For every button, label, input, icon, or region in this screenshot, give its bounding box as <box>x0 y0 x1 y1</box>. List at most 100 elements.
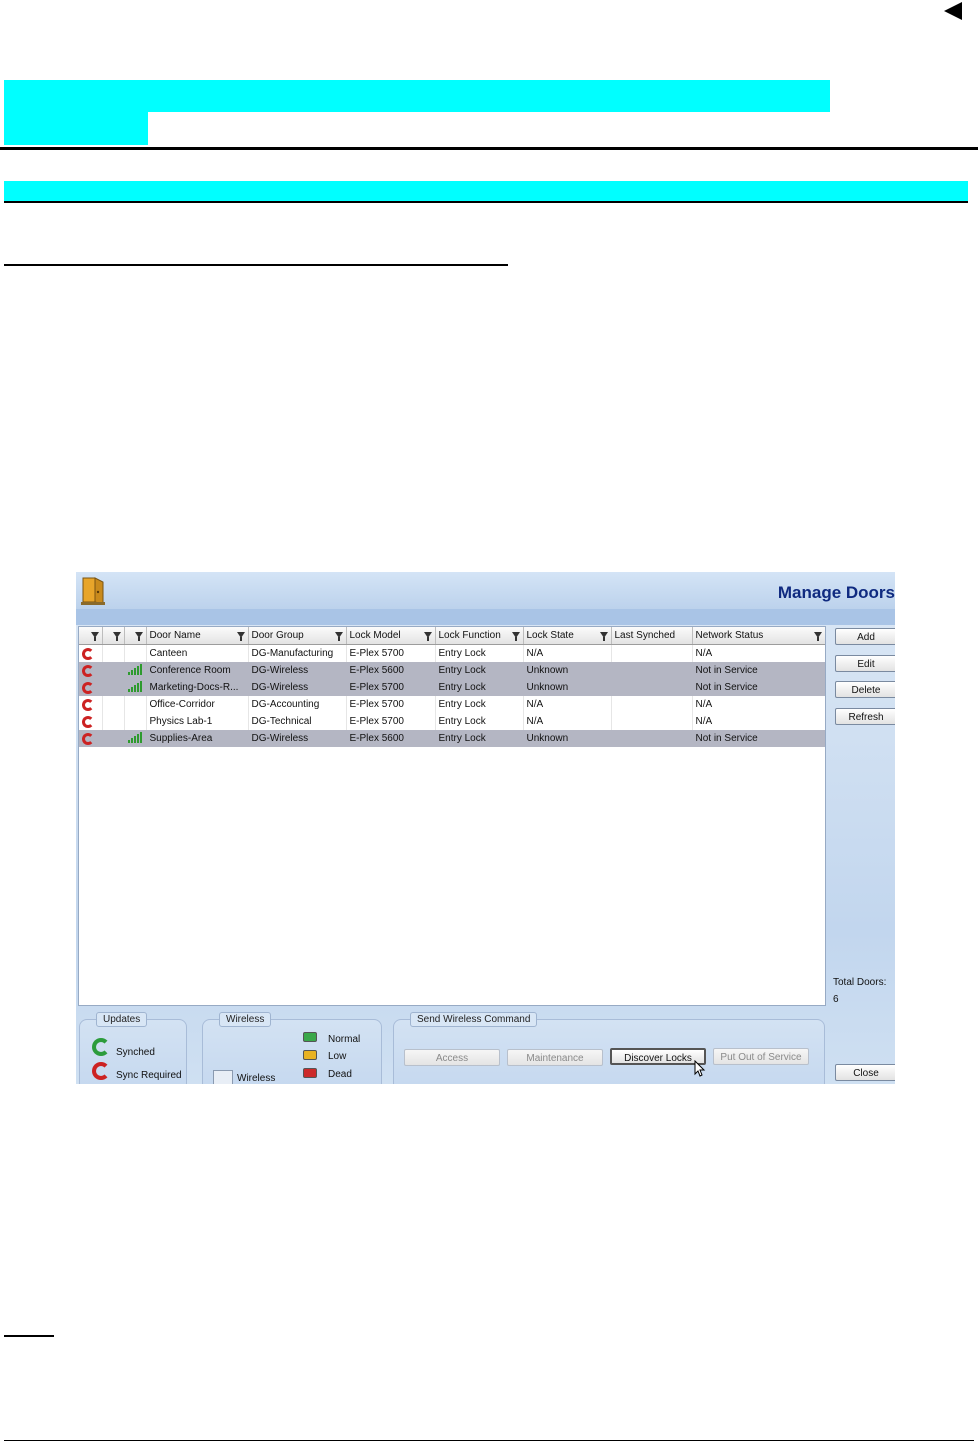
filter-icon[interactable] <box>334 632 343 641</box>
table-row[interactable]: Conference Room DG-Wireless E-Plex 5600 Ent… <box>79 662 825 679</box>
table-cell: N/A <box>692 713 825 730</box>
column-header[interactable]: Lock Model <box>346 627 436 645</box>
table-cell: Office-Corridor <box>146 696 249 713</box>
send-wireless-command-title: Send Wireless Command <box>410 1012 538 1027</box>
sync-required-icon <box>92 1062 110 1080</box>
table-cell: DG-Manufacturing <box>248 644 347 662</box>
table-row[interactable]: Office-Corridor DG-Accounting E-Plex 5700 E… <box>79 696 825 713</box>
table-cell <box>611 713 693 730</box>
window-title: Manage Doors <box>777 583 895 602</box>
battery-dead-icon <box>303 1068 317 1078</box>
table-cell: Not in Service <box>692 679 825 696</box>
filter-icon[interactable] <box>90 632 99 641</box>
sync-status-cell <box>79 696 103 713</box>
filter-icon[interactable] <box>599 632 608 641</box>
table-cell: DG-Wireless <box>248 679 347 696</box>
column-header[interactable]: Network Status <box>692 627 825 645</box>
sync-status-cell <box>79 662 103 679</box>
filter-icon[interactable] <box>423 632 432 641</box>
battery-normal-icon <box>303 1032 317 1042</box>
title-bar: Manage Doors <box>76 572 895 609</box>
refresh-button[interactable]: Refresh <box>835 708 895 725</box>
table-cell: N/A <box>523 644 612 662</box>
table-cell: E-Plex 5600 <box>346 662 436 679</box>
table-cell: N/A <box>692 696 825 713</box>
battery-dead-label: Dead <box>328 1069 352 1080</box>
table-row[interactable]: Supplies-Area DG-Wireless E-Plex 5600 Entry… <box>79 730 825 747</box>
table-row[interactable]: Canteen DG-Manufacturing E-Plex 5700 Entry … <box>79 644 825 662</box>
table-cell: N/A <box>692 644 825 662</box>
filter-icon[interactable] <box>813 632 822 641</box>
table-cell: Not in Service <box>692 662 825 679</box>
table-row[interactable]: Marketing-Docs-R... DG-Wireless E-Plex 570… <box>79 679 825 696</box>
table-cell: N/A <box>523 696 612 713</box>
updates-legend: Updates Synched Sync Required <box>79 1012 187 1084</box>
maintenance-button[interactable]: Maintenance <box>507 1049 603 1066</box>
wireless-cell <box>124 730 147 747</box>
manage-doors-window: Manage Doors Door Name Door Group Lock Mod… <box>76 572 895 1084</box>
column-header[interactable]: Lock Function <box>435 627 524 645</box>
filter-icon[interactable] <box>236 632 245 641</box>
heading-highlight-continued <box>4 112 148 145</box>
subheading-highlight <box>4 181 968 201</box>
sync-required-icon <box>82 715 94 728</box>
spare-cell <box>102 696 125 713</box>
sync-required-label: Sync Required <box>116 1070 182 1081</box>
wireless-signal-icon <box>127 732 142 744</box>
column-header[interactable]: Last Synched <box>611 627 693 645</box>
footer-rule <box>4 1440 974 1441</box>
spare-cell <box>102 662 125 679</box>
sync-status-cell <box>79 713 103 730</box>
wireless-label: Wireless <box>237 1073 276 1084</box>
filter-icon[interactable] <box>511 632 520 641</box>
section-underline <box>4 264 508 266</box>
title-band <box>76 609 895 625</box>
mouse-cursor-icon <box>694 1060 706 1077</box>
table-cell: Entry Lock <box>435 644 524 662</box>
add-button[interactable]: Add <box>835 628 895 645</box>
table-cell: DG-Technical <box>248 713 347 730</box>
column-header-icon[interactable] <box>124 627 147 645</box>
door-icon <box>81 577 105 605</box>
sync-required-icon <box>82 664 94 677</box>
table-cell: E-Plex 5700 <box>346 713 436 730</box>
column-header[interactable]: Door Group <box>248 627 347 645</box>
edit-button[interactable]: Edit <box>835 655 895 672</box>
table-cell: Conference Room <box>146 662 249 679</box>
delete-button[interactable]: Delete <box>835 681 895 698</box>
send-wireless-command-group: Send Wireless Command Access Maintenance… <box>393 1012 825 1084</box>
table-cell <box>611 696 693 713</box>
table-cell <box>611 730 693 747</box>
wireless-cell <box>124 662 147 679</box>
column-header-icon[interactable] <box>102 627 125 645</box>
note-underline <box>4 1335 54 1337</box>
column-header[interactable]: Lock State <box>523 627 612 645</box>
table-cell: Entry Lock <box>435 696 524 713</box>
table-cell: Entry Lock <box>435 679 524 696</box>
table-cell: Unknown <box>523 662 612 679</box>
close-button[interactable]: Close <box>835 1064 895 1081</box>
table-cell: Entry Lock <box>435 662 524 679</box>
column-header-label: Lock Model <box>349 630 401 641</box>
table-cell: Not in Service <box>692 730 825 747</box>
column-header[interactable]: Door Name <box>146 627 249 645</box>
back-arrow-icon[interactable] <box>944 2 962 20</box>
table-cell: Canteen <box>146 644 249 662</box>
table-cell: DG-Wireless <box>248 730 347 747</box>
access-button[interactable]: Access <box>404 1049 500 1066</box>
filter-icon[interactable] <box>112 632 121 641</box>
column-header-icon[interactable] <box>79 627 103 645</box>
filter-icon[interactable] <box>134 632 143 641</box>
discover-locks-button[interactable]: Discover Locks <box>610 1048 706 1065</box>
wireless-title: Wireless <box>219 1012 272 1027</box>
table-cell <box>611 662 693 679</box>
put-out-of-service-button[interactable]: Put Out of Service <box>713 1048 809 1065</box>
table-row[interactable]: Physics Lab-1 DG-Technical E-Plex 5700 Entr… <box>79 713 825 730</box>
synched-icon <box>92 1038 110 1056</box>
doors-grid[interactable]: Door Name Door Group Lock Model Lock Functi… <box>78 626 826 1006</box>
heading-rule <box>0 147 978 150</box>
sync-required-icon <box>82 732 94 745</box>
wireless-cell <box>124 713 147 730</box>
wireless-legend: Wireless Normal Low Dead Wireless <box>202 1012 382 1084</box>
battery-low-icon <box>303 1050 317 1060</box>
